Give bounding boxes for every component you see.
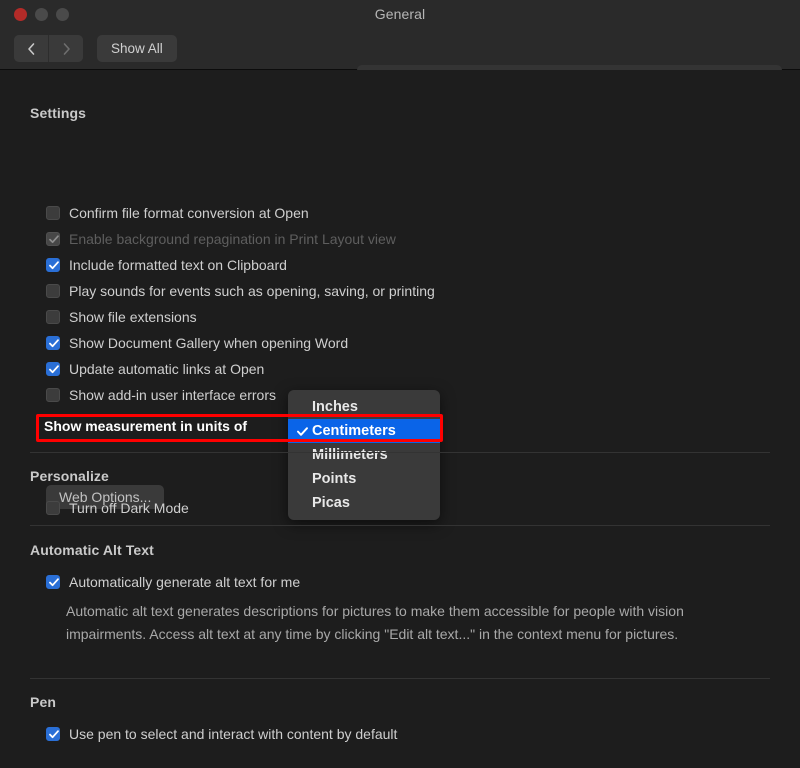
checkmark-icon	[49, 232, 59, 246]
checkbox-label: Automatically generate alt text for me	[69, 574, 301, 590]
checkmark-icon	[292, 498, 312, 509]
preferences-content: Settings Confirm file format conversion …	[0, 70, 800, 768]
checkmark-icon	[49, 727, 59, 741]
menu-item-label: Centimeters	[312, 423, 396, 439]
checkmark-icon	[49, 336, 59, 350]
checkbox-row-play-sounds[interactable]: Play sounds for events such as opening, …	[46, 281, 435, 301]
checkbox-show-file-extensions[interactable]	[46, 310, 60, 324]
back-button[interactable]	[14, 35, 48, 62]
show-all-label: Show All	[111, 41, 163, 56]
checkbox-show-addin-errors[interactable]	[46, 388, 60, 402]
checkbox-label: Use pen to select and interact with cont…	[69, 726, 398, 742]
checkmark-icon	[292, 474, 312, 485]
checkmark-icon	[292, 426, 312, 437]
section-heading-personalize: Personalize	[30, 468, 109, 484]
show-all-button[interactable]: Show All	[97, 35, 177, 62]
checkbox-label: Confirm file format conversion at Open	[69, 205, 309, 221]
checkbox-enable-background-repagination	[46, 232, 60, 246]
section-heading-settings: Settings	[30, 105, 87, 121]
navigation-buttons	[14, 35, 83, 62]
menu-item-label: Millimeters	[312, 447, 388, 463]
checkbox-auto-generate-alt-text[interactable]	[46, 575, 60, 589]
preferences-window: General Show All Search	[0, 0, 800, 768]
checkbox-confirm-file-format[interactable]	[46, 206, 60, 220]
menu-item-picas[interactable]: Picas	[288, 491, 440, 515]
checkmark-icon	[49, 362, 59, 376]
units-label: Show measurement in units of	[44, 418, 248, 434]
section-divider	[30, 525, 770, 526]
menu-item-points[interactable]: Points	[288, 467, 440, 491]
section-heading-automatic-alt-text: Automatic Alt Text	[30, 542, 154, 558]
checkbox-use-pen[interactable]	[46, 727, 60, 741]
menu-item-inches[interactable]: Inches	[288, 395, 440, 419]
checkbox-row-auto-generate-alt-text[interactable]: Automatically generate alt text for me	[46, 572, 300, 592]
checkbox-row-show-addin-errors[interactable]: Show add-in user interface errors	[46, 385, 276, 405]
checkbox-row-use-pen[interactable]: Use pen to select and interact with cont…	[46, 724, 397, 744]
menu-item-millimeters[interactable]: Millimeters	[288, 443, 440, 467]
toolbar: Show All Search	[0, 29, 800, 91]
checkbox-label: Play sounds for events such as opening, …	[69, 283, 435, 299]
units-row: Show measurement in units of	[44, 418, 247, 434]
checkbox-turn-off-dark-mode[interactable]	[46, 501, 60, 515]
units-dropdown-menu: Inches Centimeters Millimeters Points Pi…	[288, 390, 440, 520]
checkbox-show-document-gallery[interactable]	[46, 336, 60, 350]
forward-button[interactable]	[48, 35, 83, 62]
checkbox-label: Show Document Gallery when opening Word	[69, 335, 349, 351]
checkbox-label: Turn off Dark Mode	[69, 500, 189, 516]
menu-item-centimeters[interactable]: Centimeters	[288, 419, 440, 443]
menu-item-label: Inches	[312, 399, 358, 415]
checkmark-icon	[49, 258, 59, 272]
checkbox-row-confirm-file-format[interactable]: Confirm file format conversion at Open	[46, 203, 309, 223]
title-bar: General	[0, 0, 800, 29]
section-divider	[30, 678, 770, 679]
chevron-left-icon	[27, 42, 36, 56]
checkbox-label: Include formatted text on Clipboard	[69, 257, 287, 273]
checkmark-icon	[292, 402, 312, 413]
checkbox-label: Update automatic links at Open	[69, 361, 265, 377]
checkbox-row-update-automatic-links[interactable]: Update automatic links at Open	[46, 359, 264, 379]
checkbox-row-show-document-gallery[interactable]: Show Document Gallery when opening Word	[46, 333, 348, 353]
checkbox-row-include-formatted-text[interactable]: Include formatted text on Clipboard	[46, 255, 287, 275]
checkbox-play-sounds[interactable]	[46, 284, 60, 298]
checkbox-include-formatted-text[interactable]	[46, 258, 60, 272]
checkbox-label: Show add-in user interface errors	[69, 387, 276, 403]
section-heading-pen: Pen	[30, 694, 56, 710]
checkbox-label: Show file extensions	[69, 309, 197, 325]
checkmark-icon	[49, 575, 59, 589]
checkbox-row-enable-background-repagination: Enable background repagination in Print …	[46, 229, 396, 249]
checkbox-row-show-file-extensions[interactable]: Show file extensions	[46, 307, 197, 327]
menu-item-label: Points	[312, 471, 357, 487]
window-title: General	[374, 6, 426, 22]
alt-text-description: Automatic alt text generates description…	[66, 603, 684, 642]
menu-item-label: Picas	[312, 495, 350, 511]
checkbox-row-turn-off-dark-mode[interactable]: Turn off Dark Mode	[46, 498, 189, 518]
section-divider	[30, 452, 770, 453]
checkbox-update-automatic-links[interactable]	[46, 362, 60, 376]
checkbox-label: Enable background repagination in Print …	[69, 231, 396, 247]
chevron-right-icon	[62, 42, 71, 56]
